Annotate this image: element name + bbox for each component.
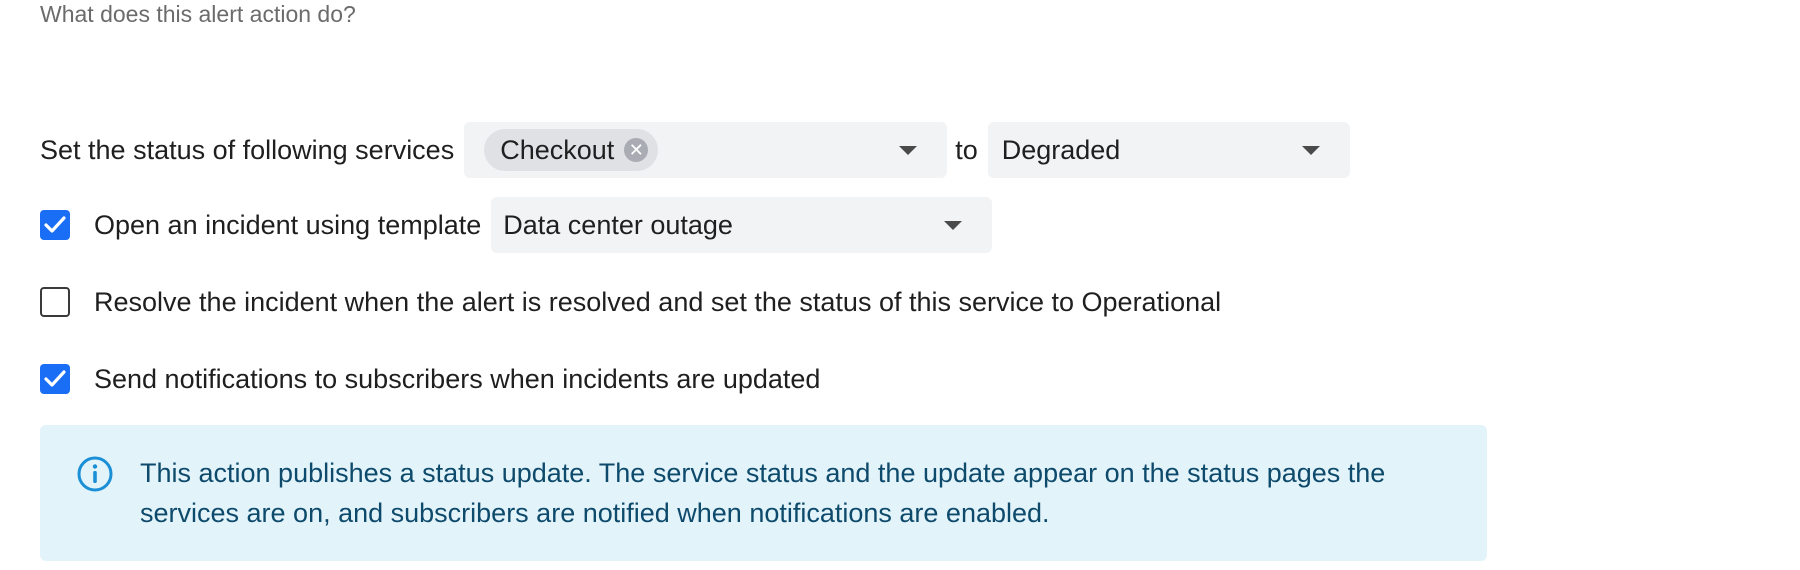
resolve-incident-row: Resolve the incident when the alert is r…	[40, 285, 1221, 319]
chevron-down-icon[interactable]	[944, 221, 963, 230]
open-incident-row: Open an incident using template Data cen…	[40, 197, 993, 253]
info-callout: This action publishes a status update. T…	[40, 425, 1487, 561]
checkmark-icon	[44, 216, 66, 233]
service-status-row: Set the status of following services Che…	[40, 122, 1350, 178]
template-select[interactable]: Data center outage	[491, 197, 993, 253]
open-incident-label: Open an incident using template	[94, 209, 482, 240]
service-status-label: Set the status of following services	[40, 134, 455, 165]
remove-chip-icon[interactable]: ✕	[624, 138, 649, 162]
resolve-incident-checkbox[interactable]	[40, 287, 70, 317]
open-incident-checkbox[interactable]	[40, 210, 70, 240]
info-icon	[77, 456, 113, 492]
chevron-down-icon[interactable]	[1301, 146, 1320, 155]
send-notifications-label: Send notifications to subscribers when i…	[94, 363, 821, 394]
send-notifications-row: Send notifications to subscribers when i…	[40, 362, 820, 396]
checkmark-icon	[44, 370, 66, 387]
section-subtitle: What does this alert action do?	[40, 1, 356, 27]
to-label: to	[955, 134, 978, 165]
service-chip-label: Checkout	[500, 134, 615, 165]
service-chip: Checkout ✕	[484, 129, 659, 171]
services-multiselect[interactable]: Checkout ✕	[464, 122, 948, 178]
chevron-down-icon[interactable]	[899, 146, 918, 155]
status-select[interactable]: Degraded	[987, 122, 1350, 178]
template-select-value: Data center outage	[503, 209, 733, 240]
resolve-incident-label: Resolve the incident when the alert is r…	[94, 286, 1222, 317]
info-text: This action publishes a status update. T…	[140, 458, 1386, 528]
status-select-value: Degraded	[1001, 134, 1121, 165]
send-notifications-checkbox[interactable]	[40, 364, 70, 394]
alert-action-page: What does this alert action do? Set the …	[0, 0, 1800, 570]
